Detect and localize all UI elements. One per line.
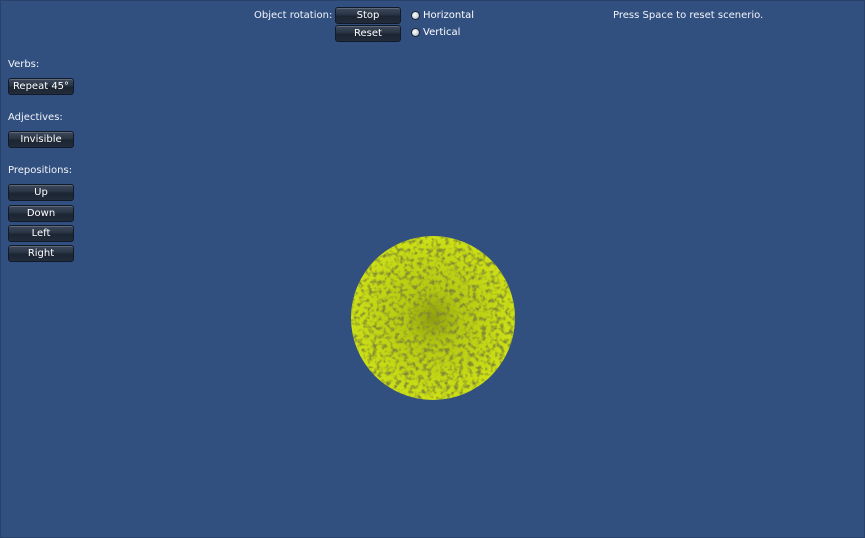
vertical-radio-label: Vertical (423, 27, 461, 38)
reset-button[interactable]: Reset (335, 25, 401, 42)
textured-sphere (351, 236, 515, 400)
object-rotation-label: Object rotation: (254, 10, 333, 21)
invisible-button[interactable]: Invisible (8, 131, 74, 148)
left-button[interactable]: Left (8, 225, 74, 242)
reset-hint-text: Press Space to reset scenerio. (613, 10, 764, 21)
repeat-45-button[interactable]: Repeat 45° (8, 78, 74, 95)
horizontal-radio-label: Horizontal (423, 10, 475, 21)
up-button[interactable]: Up (8, 184, 74, 201)
vertical-radio[interactable]: Vertical (411, 27, 460, 38)
right-button[interactable]: Right (8, 245, 74, 262)
adjectives-label: Adjectives: (8, 112, 63, 123)
down-button[interactable]: Down (8, 205, 74, 222)
radio-indicator-icon (411, 28, 420, 37)
prepositions-label: Prepositions: (8, 165, 73, 176)
stop-button[interactable]: Stop (335, 7, 401, 24)
verbs-label: Verbs: (8, 59, 40, 70)
horizontal-radio[interactable]: Horizontal (411, 10, 474, 21)
radio-indicator-icon (411, 11, 420, 20)
